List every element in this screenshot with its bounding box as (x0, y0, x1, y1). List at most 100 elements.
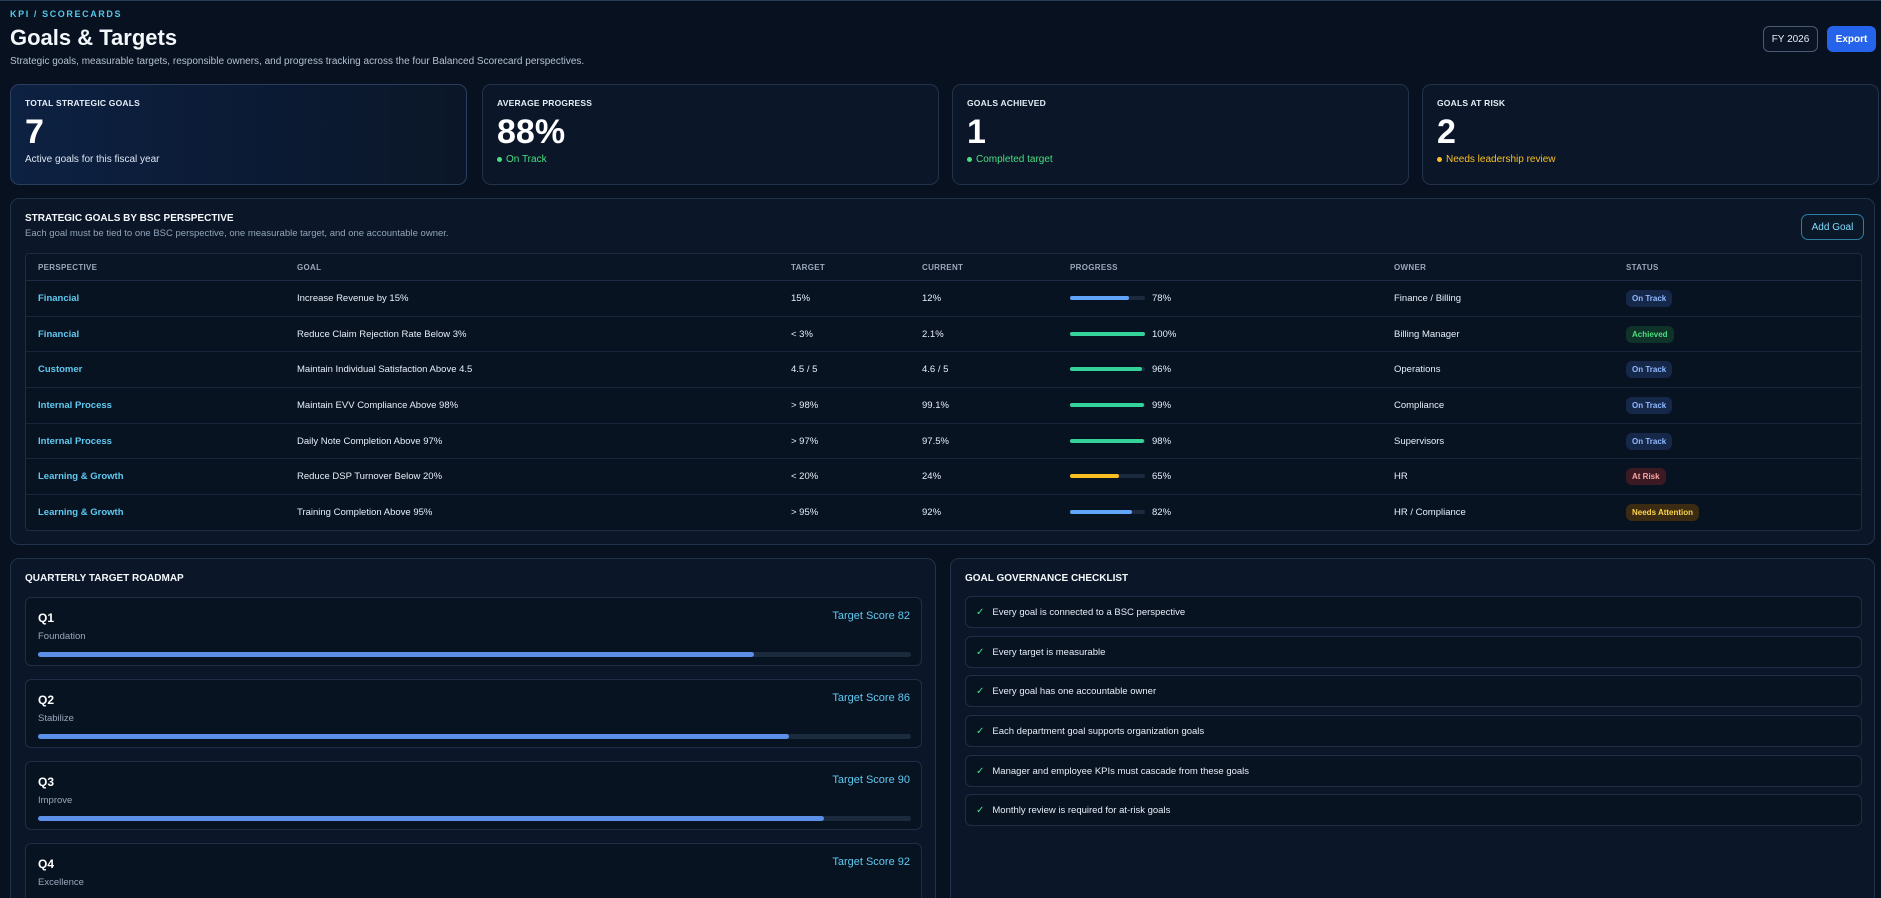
kpi-note-text: On Track (506, 154, 547, 165)
quarter-target-score: Target Score 90 (832, 774, 910, 786)
owner-cell: Compliance (1394, 400, 1445, 412)
kpi-label: GOALS ACHIEVED (967, 98, 1046, 108)
page-subtitle: Strategic goals, measurable targets, res… (10, 56, 585, 67)
progress-bar (1070, 510, 1145, 515)
section-title: STRATEGIC GOALS BY BSC PERSPECTIVE (25, 213, 234, 224)
status-badge: Needs Attention (1626, 504, 1700, 522)
target-cell: 4.5 / 5 (791, 364, 818, 376)
progress-label: 82% (1152, 507, 1172, 519)
kpi-value: 2 (1437, 113, 1456, 151)
perspective-cell[interactable]: Internal Process (38, 400, 112, 411)
quarter-name: Q2 (38, 693, 55, 707)
current-cell: 2.1% (922, 328, 944, 340)
perspective-cell[interactable]: Customer (38, 364, 82, 375)
checklist-item: ✓ Manager and employee KPIs must cascade … (965, 755, 1862, 787)
table-row[interactable]: Learning & Growth Reduce DSP Turnover Bel… (26, 459, 1861, 496)
checkmark-icon: ✓ (976, 646, 985, 658)
checklist-item: ✓ Monthly review is required for at-risk … (965, 794, 1862, 826)
page-title: Goals & Targets (10, 25, 178, 50)
table-row[interactable]: Financial Reduce Claim Rejection Rate Bel… (26, 317, 1861, 353)
table-row[interactable]: Financial Increase Revenue by 15% 15% 12% 78… (26, 281, 1861, 317)
progress-bar (1070, 331, 1145, 336)
perspective-cell[interactable]: Internal Process (38, 436, 112, 447)
progress-label: 78% (1152, 293, 1172, 304)
quarter-progress-bar (38, 652, 911, 657)
checklist-item-text: Manager and employee KPIs must cascade f… (992, 765, 1250, 777)
progress-bar-fill (1070, 296, 1129, 300)
checkmark-icon: ✓ (976, 606, 985, 618)
quarter-target-score: Target Score 82 (832, 610, 910, 622)
quarter-progress-bar (38, 816, 911, 821)
perspective-cell[interactable]: Financial (38, 329, 79, 340)
progress-bar (1070, 367, 1145, 372)
progress-bar-fill (1070, 403, 1145, 408)
checklist-item-text: Every target is measurable (992, 646, 1106, 658)
kpi-value: 1 (967, 113, 986, 151)
goal-cell: Maintain Individual Satisfaction Above 4… (297, 364, 473, 376)
kpi-card: AVERAGE PROGRESS 88% On Track (482, 84, 939, 185)
quarter-progress-bar (38, 734, 911, 739)
kpi-label: TOTAL STRATEGIC GOALS (25, 98, 141, 108)
owner-cell: Finance / Billing (1394, 293, 1462, 304)
current-cell: 97.5% (922, 435, 949, 447)
kpi-note-text: Completed target (976, 154, 1053, 165)
add-goal-button[interactable]: Add Goal (1801, 214, 1864, 240)
kpi-note: Completed target (967, 154, 1394, 165)
kpi-value: 7 (25, 113, 44, 151)
progress-bar (1070, 403, 1145, 408)
goal-cell: Reduce DSP Turnover Below 20% (297, 471, 443, 483)
status-dot-icon (1437, 157, 1442, 162)
status-dot-icon (967, 157, 972, 162)
checklist-item: ✓ Every goal is connected to a BSC perspe… (965, 596, 1862, 628)
section-subtitle: Each goal must be tied to one BSC perspe… (25, 228, 449, 239)
quarter-card: Q1 Foundation Target Score 82 (25, 597, 922, 666)
target-cell: < 3% (791, 328, 813, 340)
goals-table: PERSPECTIVE GOAL TARGET CURRENT PROGRESS OWNE… (25, 253, 1862, 531)
perspective-cell[interactable]: Learning & Growth (38, 507, 124, 518)
table-row[interactable]: Customer Maintain Individual Satisfaction… (26, 352, 1861, 389)
table-row[interactable]: Internal Process Daily Note Completion Ab… (26, 424, 1861, 460)
progress-bar-fill (1070, 510, 1132, 515)
status-badge: On Track (1626, 397, 1673, 415)
status-badge: On Track (1626, 290, 1673, 307)
status-badge: Achieved (1626, 325, 1674, 343)
kpi-note-text: Active goals for this fiscal year (25, 154, 160, 165)
table-row[interactable]: Internal Process Maintain EVV Compliance … (26, 388, 1861, 424)
checklist-item: ✓ Every goal has one accountable owner (965, 675, 1862, 707)
checklist-item: ✓ Every target is measurable (965, 636, 1862, 668)
owner-cell: HR (1394, 471, 1408, 483)
perspective-cell[interactable]: Financial (38, 293, 79, 304)
current-cell: 99.1% (922, 400, 949, 412)
goal-cell: Maintain EVV Compliance Above 98% (297, 400, 459, 412)
quarter-target-score: Target Score 92 (832, 856, 910, 868)
quarter-progress-fill (38, 734, 789, 739)
section-title: QUARTERLY TARGET ROADMAP (25, 573, 184, 584)
checkmark-icon: ✓ (976, 765, 985, 777)
checklist-item: ✓ Each department goal supports organizat… (965, 715, 1862, 747)
target-cell: > 97% (791, 435, 819, 447)
current-cell: 12% (922, 293, 942, 304)
table-row[interactable]: Learning & Growth Training Completion Abo… (26, 495, 1861, 530)
progress-label: 99% (1152, 400, 1172, 412)
progress-bar-fill (1070, 438, 1144, 443)
breadcrumb: KPI / SCORECARDS (10, 9, 123, 19)
column-header: CURRENT (922, 263, 964, 272)
progress-label: 100% (1152, 328, 1177, 340)
perspective-cell[interactable]: Learning & Growth (38, 471, 124, 482)
fiscal-year-button[interactable]: FY 2026 (1763, 26, 1818, 52)
export-button[interactable]: Export (1827, 26, 1876, 52)
goal-cell: Increase Revenue by 15% (297, 293, 409, 304)
column-header: TARGET (791, 263, 826, 272)
target-cell: 15% (791, 293, 811, 304)
quarter-phase: Improve (38, 795, 73, 806)
column-header: GOAL (297, 263, 322, 272)
quarter-target-score: Target Score 86 (832, 692, 910, 704)
kpi-card: TOTAL STRATEGIC GOALS 7 Active goals for t… (10, 84, 467, 185)
current-cell: 4.6 / 5 (922, 364, 949, 376)
quarter-progress-fill (38, 652, 754, 657)
target-cell: < 20% (791, 471, 819, 483)
kpi-note: Needs leadership review (1437, 154, 1864, 165)
progress-bar-fill (1070, 331, 1145, 336)
kpi-card: GOALS ACHIEVED 1 Completed target (952, 84, 1409, 185)
checklist-item-text: Every goal has one accountable owner (992, 685, 1157, 697)
